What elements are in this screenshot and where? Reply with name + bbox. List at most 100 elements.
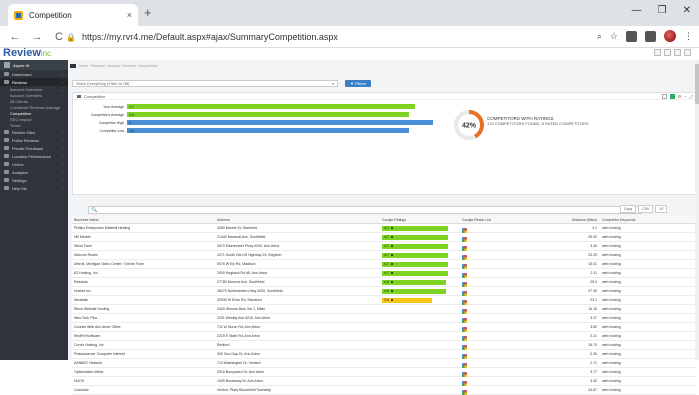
rating-value: 4.7 [384, 244, 389, 248]
chevron-icon: ‹ [61, 162, 63, 167]
sidebar-item[interactable]: Reviews ‹ [0, 78, 68, 86]
table-row[interactable]: Hosted Inc 26270 Northwestern Hwy #200, S… [72, 287, 696, 296]
sidebar-item-icon [4, 130, 9, 134]
star-icon[interactable]: ☆ [610, 31, 618, 42]
table-row[interactable]: New Tech Plus 2231 Westby Ave #216, Ann A… [72, 314, 696, 323]
header-tool-icon[interactable] [654, 49, 661, 56]
table-row[interactable]: Corvin Hosting, Inc. Redford 15.74 web host… [72, 341, 696, 350]
table-row[interactable]: RedFireSoftware 2215 E State Rd, Ann Arbo… [72, 332, 696, 341]
column-header[interactable]: Address [217, 218, 230, 222]
home-icon[interactable] [70, 64, 76, 68]
table-row[interactable]: NUOS 1905 Broadway St, Ann Arbor 3.30 web h… [72, 377, 696, 386]
table-row[interactable]: Rikon Website Hosting 2440 Winona Blvd, I… [72, 305, 696, 314]
scrollbar-thumb[interactable] [695, 64, 699, 104]
sidebar-item-label: SEO Impact [10, 116, 32, 122]
close-window-button[interactable]: ✕ [683, 5, 691, 16]
table-row[interactable]: AANBEC Network 713 Washington Dr, Vorland… [72, 359, 696, 368]
sidebar-item[interactable]: Location Performance ‹ [0, 152, 68, 160]
table-row[interactable]: Coursin Web Ann Arbor Office 711 W Huron … [72, 323, 696, 332]
business-address: 2670 Eisenhower Pkwy #200, Ann Arbor [217, 244, 280, 248]
sidebar-item-icon [4, 154, 9, 158]
gear-icon[interactable]: ⚙ [678, 94, 682, 99]
new-tab-button[interactable]: + [144, 5, 152, 20]
table-row[interactable]: Hill Market 21440 Mammal Ave, Southfield 4… [72, 233, 696, 242]
url-field[interactable]: 🔒 https://my.rvr4.me/Default.aspx#ajax/S… [66, 28, 576, 46]
column-header[interactable]: Google Ratings [382, 218, 406, 222]
panel-tool-green-icon[interactable] [669, 94, 675, 99]
rating-dot-icon [390, 281, 393, 283]
forward-icon[interactable]: → [30, 31, 44, 43]
sidebar-item[interactable]: Analytics ‹ [0, 168, 68, 176]
profile-avatar[interactable] [664, 30, 676, 42]
sidebar-item[interactable]: Help Me ‹ [0, 184, 68, 192]
filter-select[interactable]: Show Everything (Filter to Off) ▾ [72, 80, 338, 87]
table-row[interactable]: Marcum Realm 1071 South Old US Highway 23… [72, 251, 696, 260]
sidebar-item-label: Settings [12, 177, 27, 183]
chevron-icon: ‹ [61, 138, 63, 143]
rating-dot-icon [390, 236, 393, 238]
tab-close-icon[interactable]: × [127, 10, 132, 20]
rating-dot-icon [390, 272, 393, 274]
copy-button[interactable]: Copy [620, 205, 637, 213]
competitor-keyword: web hosting [602, 280, 621, 284]
expand-icon[interactable]: ⤢ [690, 94, 693, 99]
sidebar-item[interactable]: Public Reviews ‹ [0, 136, 68, 144]
logo[interactable]: Reviewinc [3, 47, 51, 59]
sidebar-item[interactable]: Dashboard ‹ [0, 70, 68, 78]
table-row[interactable]: Phillips Enterprises Material Heating 405… [72, 224, 696, 233]
business-address: 26270 Northwestern Hwy #200, Southfield [217, 289, 283, 293]
table-row[interactable]: Strick Farm 2670 Eisenhower Pkwy #200, An… [72, 242, 696, 251]
chevron-icon: ‹ [61, 80, 63, 85]
table-row[interactable]: Resolute 27780 Monrow Ave, Southfield 4.6 2… [72, 278, 696, 287]
menu-icon[interactable]: ⋮ [684, 31, 693, 42]
column-header[interactable]: Google Reach List [462, 218, 491, 222]
table-row[interactable]: Neostate 20930 W Ends Rd, Stamford 3.6 23.1… [72, 296, 696, 305]
sidebar-item[interactable]: Settings ‹ [0, 176, 68, 184]
sidebar-item-label: Competition [10, 110, 32, 116]
sidebar-user[interactable]: Aspire Hi [0, 60, 68, 70]
maximize-button[interactable]: ❐ [658, 5, 667, 16]
competition-panel: Competition ⚙ − ⤢ Your Average 4.7 Competi… [72, 92, 696, 195]
sidebar-item-label: Analytics [12, 169, 29, 175]
table-search-input[interactable]: 🔍 [88, 206, 642, 214]
collapse-icon[interactable]: − [684, 94, 686, 99]
panel-tool-icon[interactable] [661, 94, 667, 99]
google-rating-cell: 4.7 [382, 243, 448, 249]
table-row[interactable]: A2 Hosting, Inc. 2000 Hogback Rd #5, Ann … [72, 269, 696, 278]
competitor-keyword: web hosting [602, 361, 621, 365]
reload-icon[interactable]: C [52, 31, 66, 43]
back-icon[interactable]: ← [8, 31, 22, 43]
extension-icon[interactable] [626, 30, 637, 42]
minimize-button[interactable]: — [632, 5, 642, 16]
sidebar-item[interactable]: Private Feedback ‹ [0, 144, 68, 152]
header-tool-icon[interactable] [684, 49, 691, 56]
column-header[interactable]: Distance (Miles) [542, 218, 597, 222]
page-length-select[interactable]: 10 [655, 205, 668, 213]
sidebar-item[interactable]: Review Sites ‹ [0, 128, 68, 136]
page-scrollbar[interactable] [695, 60, 699, 360]
csv-button[interactable]: CSV [638, 205, 654, 213]
column-header[interactable]: Business Name [74, 218, 99, 222]
table-row[interactable]: Optimization Webs 2016 Burnyward Dr, Ann … [72, 368, 696, 377]
table-row[interactable]: Plateauserver Computer Internet 900 Geo G… [72, 350, 696, 359]
sidebar-item-label: Public Reviews [12, 137, 40, 143]
table-row[interactable]: Detroit, Michigan Video Center / Online … [72, 260, 696, 269]
filters-button[interactable]: ▼ Filters [345, 80, 371, 87]
browser-tab[interactable]: Competition × [8, 4, 138, 26]
extension-icon-2[interactable] [645, 30, 656, 42]
header-tool-icon[interactable] [674, 49, 681, 56]
sidebar-item[interactable]: Online ‹ [0, 160, 68, 168]
column-header[interactable]: Competitor Keywords [602, 218, 635, 222]
table-row[interactable]: Coinsolar Vonton, Pkwy Bloomfield Townshi… [72, 386, 696, 395]
google-rating-cell: 4.7 [382, 270, 448, 276]
competition-gauge: 42% [454, 110, 484, 140]
search-icon[interactable]: ⌕ [597, 31, 602, 42]
rating-value: 3.6 [384, 298, 389, 302]
rating-bar: 4.6 [382, 288, 447, 294]
business-name: Optimization Webs [74, 370, 104, 374]
rating-bar: 4.7 [382, 225, 448, 231]
business-name: A2 Hosting, Inc. [74, 271, 99, 275]
header-tool-icon[interactable] [664, 49, 671, 56]
bar: 4.6 [127, 128, 409, 133]
business-name: Corvin Hosting, Inc. [74, 343, 105, 347]
